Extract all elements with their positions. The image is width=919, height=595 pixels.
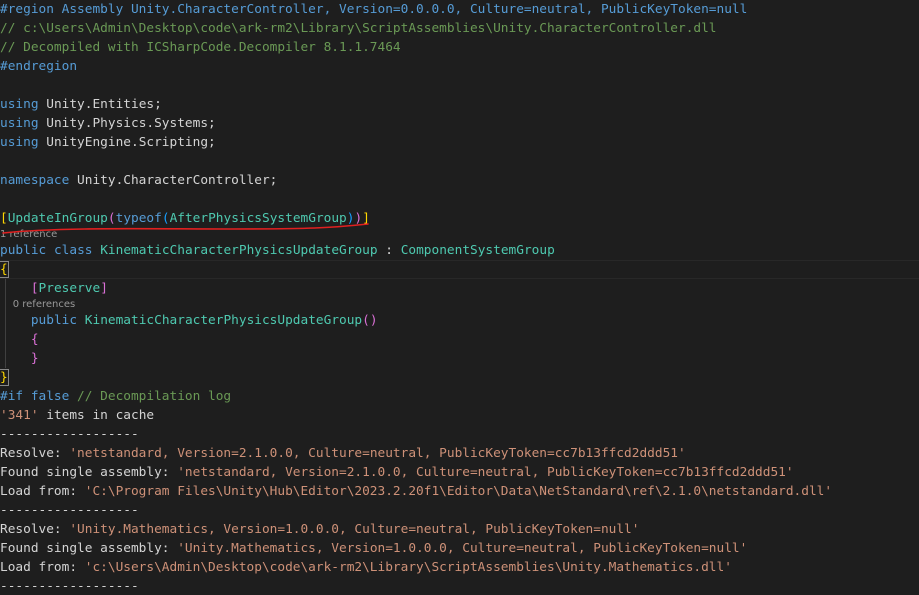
code-token: UnityEngine.Scripting;	[38, 135, 216, 150]
code-token: items in cache	[38, 408, 155, 423]
code-token: [	[0, 211, 8, 226]
code-token: 'netstandard, Version=2.1.0.0, Culture=n…	[177, 465, 794, 480]
code-line: [Preserve]	[0, 279, 108, 298]
code-line: #region Assembly Unity.CharacterControll…	[0, 0, 747, 19]
code-token: Found single assembly:	[0, 465, 178, 480]
code-line: Resolve: 'Unity.Mathematics, Version=1.0…	[0, 520, 639, 539]
code-line: // c:\Users\Admin\Desktop\code\ark-rm2\L…	[0, 19, 717, 38]
code-token: 'Unity.Mathematics, Version=1.0.0.0, Cul…	[69, 522, 640, 537]
code-token: (	[161, 211, 170, 226]
code-token: // Decompiled with ICSharpCode.Decompile…	[0, 40, 401, 55]
code-line: ------------------	[0, 425, 139, 444]
code-token: Preserve	[38, 281, 101, 296]
code-line: '341' items in cache	[0, 406, 154, 425]
code-token: }	[0, 369, 9, 386]
code-token: #region Assembly Unity.CharacterControll…	[0, 2, 748, 17]
code-line: ------------------	[0, 501, 139, 520]
code-token: ------------------	[0, 579, 139, 594]
code-token: {	[0, 261, 9, 278]
code-line: #if false // Decompilation log	[0, 387, 231, 406]
code-line: using Unity.Entities;	[0, 95, 162, 114]
code-token: Load from:	[0, 484, 85, 499]
code-line: Load from: 'c:\Users\Admin\Desktop\code\…	[0, 558, 732, 577]
code-token: [	[30, 281, 39, 296]
code-token: {	[30, 332, 39, 347]
code-line: public class KinematicCharacterPhysicsUp…	[0, 241, 555, 260]
code-line: Found single assembly: 'Unity.Mathematic…	[0, 539, 747, 558]
code-line: Found single assembly: 'netstandard, Ver…	[0, 463, 794, 482]
code-token: Unity.CharacterController;	[69, 173, 278, 188]
code-token: ]	[362, 211, 370, 226]
code-token: using	[0, 135, 39, 150]
code-token: ()	[362, 313, 378, 328]
codelens-reference-count[interactable]: 0 references	[0, 299, 76, 310]
code-token: public	[0, 243, 47, 258]
code-token: UpdateInGroup	[7, 211, 108, 226]
code-line: public KinematicCharacterPhysicsUpdateGr…	[0, 311, 378, 330]
code-line: ------------------	[0, 577, 139, 595]
code-token: 'Unity.Mathematics, Version=1.0.0.0, Cul…	[177, 541, 748, 556]
code-token: class	[53, 243, 93, 258]
code-token: Unity.Entities;	[38, 97, 162, 112]
code-line: namespace Unity.CharacterController;	[0, 171, 277, 190]
code-token: '341'	[0, 408, 39, 423]
code-token: 'C:\Program Files\Unity\Hub\Editor\2023.…	[84, 484, 833, 499]
code-token: public	[30, 313, 78, 328]
code-line: Load from: 'C:\Program Files\Unity\Hub\E…	[0, 482, 832, 501]
code-token: Resolve:	[0, 522, 70, 537]
code-line: // Decompiled with ICSharpCode.Decompile…	[0, 38, 401, 57]
code-token: Unity.Physics.Systems;	[38, 116, 216, 131]
code-token: (	[107, 211, 116, 226]
code-token: 'netstandard, Version=2.1.0.0, Culture=n…	[69, 446, 686, 461]
code-token: ------------------	[0, 427, 139, 442]
code-token: KinematicCharacterPhysicsUpdateGroup	[100, 243, 378, 258]
code-token: namespace	[0, 173, 70, 188]
code-token: ComponentSystemGroup	[400, 243, 555, 258]
code-token: #endregion	[0, 59, 78, 74]
code-token: using	[0, 97, 39, 112]
code-line: Resolve: 'netstandard, Version=2.1.0.0, …	[0, 444, 686, 463]
code-token: 'c:\Users\Admin\Desktop\code\ark-rm2\Lib…	[84, 560, 732, 575]
code-token: }	[30, 351, 39, 366]
code-token: AfterPhysicsSystemGroup	[169, 211, 347, 226]
code-token: Load from:	[0, 560, 85, 575]
code-token: // Decompilation log	[69, 389, 232, 404]
code-line: [UpdateInGroup(typeof(AfterPhysicsSystem…	[0, 209, 370, 228]
code-token: Found single assembly:	[0, 541, 178, 556]
code-token: // c:\Users\Admin\Desktop\code\ark-rm2\L…	[0, 21, 717, 36]
code-token: #if false	[0, 389, 70, 404]
code-line: {	[0, 260, 9, 279]
code-token: Resolve:	[0, 446, 70, 461]
indent-guide	[5, 279, 6, 368]
codelens-reference-count[interactable]: 1 reference	[0, 229, 57, 240]
code-token: :	[377, 243, 401, 258]
code-line: using Unity.Physics.Systems;	[0, 114, 216, 133]
code-line: }	[0, 368, 9, 387]
code-line: using UnityEngine.Scripting;	[0, 133, 216, 152]
code-token: ------------------	[0, 503, 139, 518]
code-line: #endregion	[0, 57, 77, 76]
current-line-highlight	[0, 260, 919, 279]
code-token: KinematicCharacterPhysicsUpdateGroup	[84, 313, 363, 328]
code-token: typeof	[115, 211, 162, 226]
code-token: ]	[100, 281, 108, 296]
code-token: using	[0, 116, 39, 131]
code-editor[interactable]: #region Assembly Unity.CharacterControll…	[0, 0, 919, 595]
